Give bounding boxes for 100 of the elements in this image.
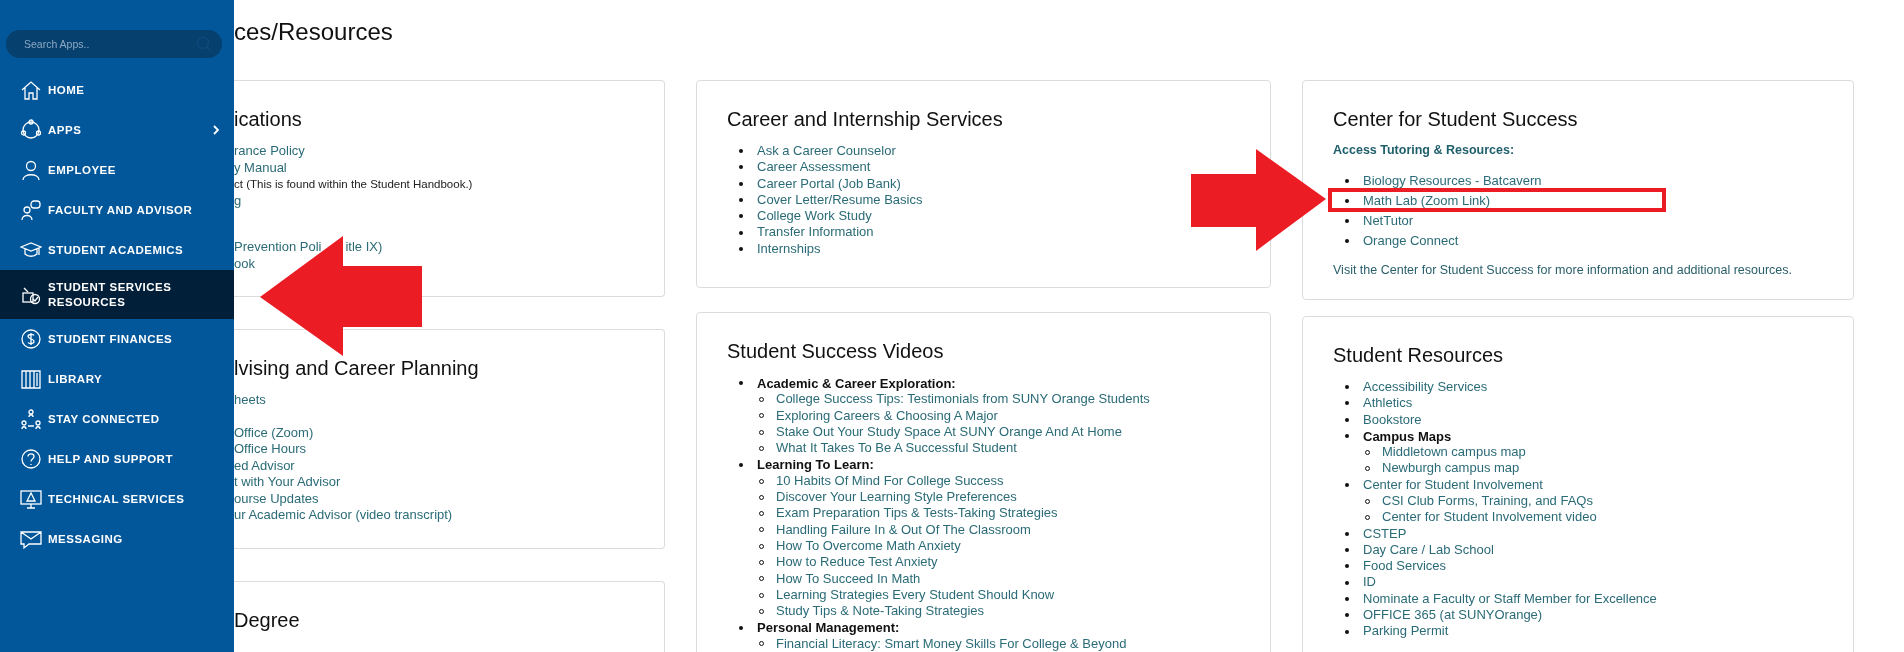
nav-item[interactable]: EMPLOYEE [0, 150, 234, 190]
bullet-icon [1345, 239, 1349, 243]
link[interactable]: How To Succeed In Math [776, 570, 921, 588]
nav-item[interactable]: MESSAGING [0, 519, 234, 559]
list-heading: Learning To Learn: [757, 457, 874, 473]
subheading: Access Tutoring & Resources: [1333, 143, 1516, 157]
link[interactable]: What It Takes To Be A Successful Student [776, 440, 1017, 457]
link[interactable]: Biology Resources - Batcavern [1363, 174, 1542, 188]
link[interactable]: Exploring Careers & Choosing A Major [776, 407, 998, 425]
link[interactable]: 10 Habits Of Mind For College Success [776, 472, 1004, 490]
nav-item[interactable]: TECHNICAL SERVICES [0, 479, 234, 519]
link[interactable]: CSTEP [1363, 525, 1407, 543]
link[interactable]: How to Reduce Test Anxiety [776, 554, 938, 571]
note-text: ct (This is found within the Student Handbook.) [234, 177, 473, 192]
card-title: Degree [234, 607, 301, 632]
link[interactable]: Math Lab (Zoom Link) [1363, 194, 1491, 208]
nav-item[interactable]: STUDENT FINANCES [0, 319, 234, 359]
link[interactable]: How To Overcome Math Anxiety [776, 537, 961, 555]
link[interactable]: Nominate a Faculty or Staff Member for Excellence [1363, 590, 1657, 608]
link[interactable]: Orange Connect [1363, 234, 1459, 248]
link[interactable]: Stake Out Your Study Space At SUNY Orange And At Home [776, 423, 1122, 441]
link[interactable]: OFFICE 365 (at SUNYOrange) [1363, 607, 1543, 624]
link[interactable]: Study Tips & Note-Taking Strategies [776, 603, 985, 620]
link[interactable]: Center for Student Involvement video [1382, 509, 1597, 526]
link[interactable]: Prevention Poli [234, 239, 322, 256]
link[interactable]: Learning Strategies Every Student Should Know [776, 586, 1055, 604]
link[interactable]: Career Assessment [757, 159, 871, 176]
link[interactable]: Parking Permit [1363, 623, 1449, 640]
bullet-icon [739, 462, 743, 467]
bullet-icon [1345, 219, 1349, 223]
link[interactable]: ur Academic Advisor (video transcript) [234, 507, 453, 524]
info-text: Visit the Center for Student Success for more information and additional resources. [1333, 263, 1794, 277]
nav-item[interactable]: HELP AND SUPPORT [0, 439, 234, 479]
bullet-icon [1345, 385, 1349, 390]
search-bar[interactable]: Search Apps.. [6, 30, 222, 58]
link[interactable]: ed Advisor [234, 457, 295, 474]
dollar-icon [20, 328, 42, 350]
bullet-icon [739, 149, 743, 154]
nav-item[interactable]: FACULTY AND ADVISOR [0, 190, 234, 230]
nav-item[interactable]: STUDENT ACADEMICS [0, 230, 234, 270]
link[interactable]: Internships [757, 240, 821, 258]
search-input[interactable]: Search Apps.. [22, 37, 196, 51]
link[interactable]: t with Your Advisor [234, 474, 341, 491]
link[interactable]: College Work Study [757, 208, 872, 225]
link[interactable]: Cover Letter/Resume Basics [757, 191, 923, 209]
nav-item[interactable]: HOME [0, 70, 234, 110]
nav-item[interactable]: APPS [0, 110, 234, 150]
bullet-icon [1345, 482, 1349, 487]
link[interactable]: itle IX) [345, 239, 383, 256]
link[interactable]: Newburgh campus map [1382, 460, 1520, 477]
card-title: Center for Student Success [1333, 107, 1579, 131]
bullet-icon [739, 198, 743, 203]
help-icon [20, 448, 42, 470]
nav-item[interactable]: STUDENT SERVICES RESOURCES [0, 270, 234, 319]
link[interactable]: Food Services [1363, 558, 1447, 575]
link[interactable]: Center for Student Involvement [1363, 476, 1543, 494]
link[interactable]: heets [234, 392, 266, 409]
link[interactable]: Career Portal (Job Bank) [757, 175, 901, 192]
library-icon [20, 368, 42, 390]
link[interactable]: Financial Literacy: Smart Money Skills For College & Beyond [776, 635, 1127, 652]
link[interactable]: CSI Club Forms, Training, and FAQs [1382, 493, 1593, 510]
bullet-icon [1345, 401, 1349, 406]
link[interactable]: Transfer Information [757, 224, 874, 241]
bullet-icon [1345, 597, 1349, 601]
link[interactable]: Office Hours [234, 441, 306, 458]
monitor-icon [20, 488, 42, 510]
link[interactable]: Bookstore [1363, 411, 1422, 428]
link[interactable]: ID [1363, 574, 1376, 591]
link[interactable]: College Success Tips: Testimonials from SUNY Orange Students [776, 391, 1150, 408]
home-icon [20, 79, 42, 101]
people-icon [20, 408, 42, 430]
link[interactable]: y Manual [234, 159, 287, 176]
bullet-icon [1345, 564, 1349, 569]
bullet-icon [739, 381, 743, 386]
link[interactable]: Office (Zoom) [234, 424, 314, 441]
nav-item[interactable]: STAY CONNECTED [0, 399, 234, 439]
page-title: ces/Resources [234, 18, 394, 46]
link[interactable]: rance Policy [234, 143, 305, 160]
link[interactable]: g [234, 192, 242, 209]
bullet-icon [1345, 531, 1349, 536]
link[interactable]: Handling Failure In & Out Of The Classroom [776, 521, 1031, 539]
link[interactable]: Day Care / Lab School [1363, 541, 1494, 559]
nav-item[interactable]: LIBRARY [0, 359, 234, 399]
link[interactable]: Exam Preparation Tips & Tests-Taking Strategies [776, 505, 1058, 522]
bullet-icon [739, 230, 743, 235]
link[interactable]: Accessibility Services [1363, 378, 1488, 396]
link[interactable]: ook [234, 255, 255, 272]
link[interactable]: Athletics [1363, 395, 1413, 412]
link[interactable]: ourse Updates [234, 490, 319, 507]
link[interactable]: Middletown campus map [1382, 444, 1526, 461]
link[interactable]: Discover Your Learning Style Preferences [776, 489, 1017, 506]
bullet-icon [1345, 580, 1349, 585]
link[interactable]: Ask a Career Counselor [757, 142, 896, 160]
bullet-icon [739, 246, 743, 251]
link[interactable]: NetTutor [1363, 214, 1414, 228]
bullet-icon [1345, 199, 1349, 203]
card-title: ications [234, 107, 303, 131]
card-title: lvising and Career Planning [234, 356, 480, 380]
person-icon [20, 159, 42, 181]
bullet-icon [1345, 179, 1349, 183]
